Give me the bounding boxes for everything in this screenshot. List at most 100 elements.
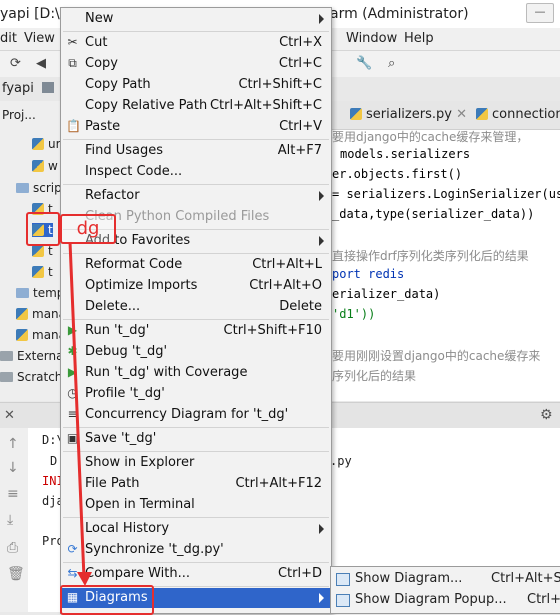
tree-item[interactable]: t <box>32 244 53 258</box>
menu-item-new[interactable]: New <box>62 9 330 29</box>
window-title-right: arm (Administrator) <box>330 6 469 22</box>
trash-icon[interactable]: 🗑 <box>7 566 25 582</box>
submenu-item-show-diagram-popup[interactable]: Show Diagram Popup... Ctrl+A <box>331 590 560 610</box>
python-file-icon <box>16 308 28 320</box>
python-file-icon <box>16 329 28 341</box>
menu-item-find-usages[interactable]: Find Usages Alt+F7 <box>62 141 330 161</box>
diagrams-submenu: Show Diagram... Ctrl+Alt+Shi Show Diagra… <box>330 566 560 614</box>
arrow-down-icon[interactable]: ↓ <box>7 460 19 476</box>
submenu-item-show-diagram[interactable]: Show Diagram... Ctrl+Alt+Shi <box>331 569 560 589</box>
search-icon[interactable]: ⌕ <box>388 56 395 71</box>
menu-item-label: Inspect Code... <box>85 164 183 179</box>
menu-item-refactor[interactable]: Refactor <box>62 186 330 206</box>
folder-icon <box>16 288 29 298</box>
menu-item-inspect-code[interactable]: Inspect Code... <box>62 162 330 182</box>
wrench-icon[interactable]: 🔧 <box>356 56 372 71</box>
menu-item-debug-t-dg[interactable]: ✱ Debug 't_dg' <box>62 342 330 362</box>
tab-serializers[interactable]: serializers.py ✕ <box>350 107 467 122</box>
back-icon[interactable]: ◀ <box>36 56 46 71</box>
menu-separator <box>63 184 329 185</box>
annotation-box-diagrams <box>60 585 154 615</box>
folder-icon <box>42 82 54 93</box>
menu-help[interactable]: Help <box>404 31 434 46</box>
code-line: 序列化后的结果 <box>332 369 417 383</box>
menu-item-run-t-dg[interactable]: ▶ Run 't_dg' Ctrl+Shift+F10 <box>62 321 330 341</box>
menu-window[interactable]: Window <box>346 31 397 46</box>
menu-item-copy[interactable]: ⧉ Copy Ctrl+C <box>62 54 330 74</box>
menu-item-shortcut: Ctrl+Alt+Shift+C <box>209 98 322 113</box>
tree-item[interactable]: mana <box>16 328 66 342</box>
menu-item-run-t-dg-with-coverage[interactable]: ▶ Run 't_dg' with Coverage <box>62 363 330 383</box>
arrow-up-icon[interactable]: ↑ <box>7 436 19 452</box>
menu-view[interactable]: View <box>24 31 55 46</box>
python-file-icon <box>32 266 44 278</box>
debug-icon: ✱ <box>67 344 78 358</box>
profile-icon: ◷ <box>67 386 78 400</box>
menu-separator <box>63 427 329 428</box>
menu-item-shortcut: Alt+F7 <box>277 143 322 158</box>
menu-item-shortcut: Ctrl+D <box>277 566 322 581</box>
menu-item-synchronize-t-dg-py[interactable]: ⟳ Synchronize 't_dg.py' <box>62 540 330 560</box>
menu-item-open-in-terminal[interactable]: Open in Terminal <box>62 495 330 515</box>
submenu-arrow-icon <box>319 593 324 603</box>
menu-item-local-history[interactable]: Local History <box>62 519 330 539</box>
tree-item[interactable]: temp <box>16 286 64 300</box>
output-line: .py <box>330 454 352 468</box>
menu-separator <box>63 253 329 254</box>
menu-item-cut[interactable]: ✂ Cut Ctrl+X <box>62 33 330 53</box>
menu-item-delete[interactable]: Delete... Delete <box>62 297 330 317</box>
menu-separator <box>63 139 329 140</box>
menu-item-label: Compare With... <box>85 566 191 581</box>
annotation-box-file <box>26 212 60 246</box>
sync-icon[interactable]: ⟳ <box>10 56 21 71</box>
code-line: 要用刚刚设置django中的cache缓存来 <box>332 349 541 363</box>
menu-item-label: New <box>85 11 114 26</box>
menu-item-profile-t-dg[interactable]: ◷ Profile 't_dg' <box>62 384 330 404</box>
editor-tabs: serializers.py ✕ connection <box>330 101 560 130</box>
menu-item-save-t-dg[interactable]: ▣ Save 't_dg' <box>62 429 330 449</box>
copy-icon: ⧉ <box>68 56 77 70</box>
menu-item-label: Synchronize 't_dg.py' <box>85 542 224 557</box>
save-icon: ▣ <box>66 431 79 445</box>
menu-item-file-path[interactable]: File Path Ctrl+Alt+F12 <box>62 474 330 494</box>
menu-item-paste[interactable]: 📋 Paste Ctrl+V <box>62 117 330 137</box>
menu-separator <box>63 451 329 452</box>
tree-item[interactable]: scrip <box>16 181 62 195</box>
menu-item-shortcut: Ctrl+Shift+C <box>238 77 322 92</box>
project-name[interactable]: fyapi <box>2 81 34 96</box>
tree-item[interactable]: w <box>32 159 58 173</box>
close-panel-icon[interactable]: ✕ <box>4 408 15 423</box>
menu-item-compare-with[interactable]: ⇆ Compare With... Ctrl+D <box>62 564 330 584</box>
submenu-arrow-icon <box>319 191 324 201</box>
print-icon[interactable]: ⎙ <box>7 540 18 556</box>
menu-item-shortcut: Ctrl+Alt+L <box>252 257 322 272</box>
menu-item-label: Refactor <box>85 188 140 203</box>
menu-item-show-in-explorer[interactable]: Show in Explorer <box>62 453 330 473</box>
compare-icon: ⇆ <box>67 566 78 580</box>
menu-item-label: Delete... <box>85 299 141 314</box>
tree-item[interactable]: mana <box>16 307 66 321</box>
submenu-arrow-icon <box>319 236 324 246</box>
menu-item-concurrency-diagram-for-t-dg[interactable]: ≡ Concurrency Diagram for 't_dg' <box>62 405 330 425</box>
gear-icon[interactable]: ⚙ <box>540 407 553 423</box>
menu-item-label: Show in Explorer <box>85 455 195 470</box>
menu-item-shortcut: Ctrl+C <box>278 56 322 71</box>
tree-item[interactable]: ur <box>32 137 61 151</box>
menu-item-reformat-code[interactable]: Reformat Code Ctrl+Alt+L <box>62 255 330 275</box>
menu-item-label: Concurrency Diagram for 't_dg' <box>85 407 289 422</box>
menu-edit[interactable]: dit <box>0 31 17 46</box>
tree-item-external[interactable]: External <box>0 349 67 363</box>
tab-connection[interactable]: connection <box>476 107 560 122</box>
scroll-end-icon[interactable]: ⤓ <box>7 512 13 528</box>
menu-item-optimize-imports[interactable]: Optimize Imports Ctrl+Alt+O <box>62 276 330 296</box>
window-controls: — <box>526 3 554 23</box>
tree-item[interactable]: t <box>32 265 53 279</box>
project-panel-label[interactable]: Proj... <box>2 108 36 122</box>
menu-item-label: Optimize Imports <box>85 278 198 293</box>
wrap-icon[interactable]: ≡ <box>7 486 19 502</box>
menu-item-shortcut: Ctrl+V <box>279 119 322 134</box>
menu-item-copy-path[interactable]: Copy Path Ctrl+Shift+C <box>62 75 330 95</box>
minimize-button[interactable]: — <box>526 3 554 23</box>
menu-item-copy-relative-path[interactable]: Copy Relative Path Ctrl+Alt+Shift+C <box>62 96 330 116</box>
menu-separator <box>63 562 329 563</box>
